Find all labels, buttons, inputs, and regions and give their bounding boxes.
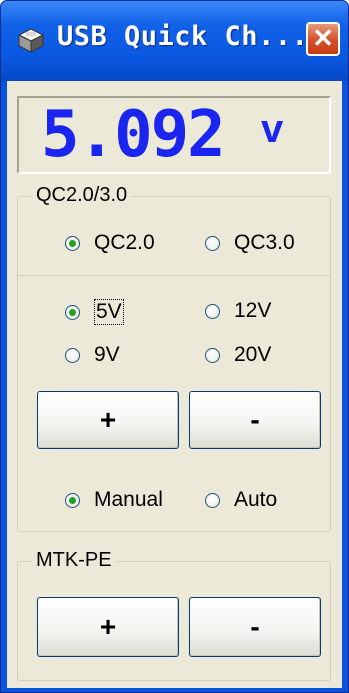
radio-12v[interactable]: 12V: [205, 299, 271, 323]
radio-indicator: [65, 235, 80, 251]
radio-label: Manual: [94, 488, 163, 511]
app-window: USB Quick Ch... ✕ 5.092 v QC2.0/3.0 QC2.…: [0, 0, 349, 693]
close-icon: ✕: [312, 23, 334, 53]
radio-indicator: [205, 303, 220, 319]
radio-indicator: [205, 347, 220, 363]
close-button[interactable]: ✕: [306, 22, 340, 56]
radio-qc20[interactable]: QC2.0: [65, 231, 155, 255]
qc-separator: [17, 275, 331, 276]
title-bar[interactable]: USB Quick Ch... ✕: [1, 1, 348, 81]
mtk-group-legend: MTK-PE: [32, 549, 116, 572]
radio-label: QC3.0: [234, 231, 295, 254]
radio-20v[interactable]: 20V: [205, 343, 271, 367]
qc-group-legend: QC2.0/3.0: [32, 184, 132, 207]
client-area: 5.092 v QC2.0/3.0 QC2.0 QC3.0 5V 12V 9V: [7, 81, 342, 688]
radio-9v[interactable]: 9V: [65, 343, 120, 367]
mtk-plus-button[interactable]: +: [37, 597, 179, 657]
window-title: USB Quick Ch...: [57, 21, 309, 52]
usb-chip-icon: [17, 28, 45, 53]
radio-qc30[interactable]: QC3.0: [205, 231, 295, 255]
radio-indicator: [65, 347, 80, 363]
radio-label: Auto: [234, 488, 278, 511]
radio-label: QC2.0: [94, 231, 155, 254]
radio-label: 9V: [94, 343, 120, 366]
radio-label: 12V: [234, 299, 272, 322]
radio-manual[interactable]: Manual: [65, 488, 163, 512]
radio-5v[interactable]: 5V: [65, 299, 124, 325]
mtk-minus-button[interactable]: -: [189, 597, 321, 657]
radio-label: 20V: [234, 343, 272, 366]
qc-plus-button[interactable]: +: [37, 391, 179, 449]
radio-indicator: [65, 304, 80, 320]
radio-indicator: [65, 492, 80, 508]
voltage-display: 5.092 v: [17, 96, 331, 174]
radio-indicator: [205, 492, 220, 508]
radio-auto[interactable]: Auto: [205, 488, 277, 512]
voltage-unit: v: [261, 107, 284, 151]
qc-minus-button[interactable]: -: [189, 391, 321, 449]
radio-indicator: [205, 235, 220, 251]
radio-label: 5V: [94, 299, 124, 325]
voltage-value: 5.092: [41, 98, 226, 172]
